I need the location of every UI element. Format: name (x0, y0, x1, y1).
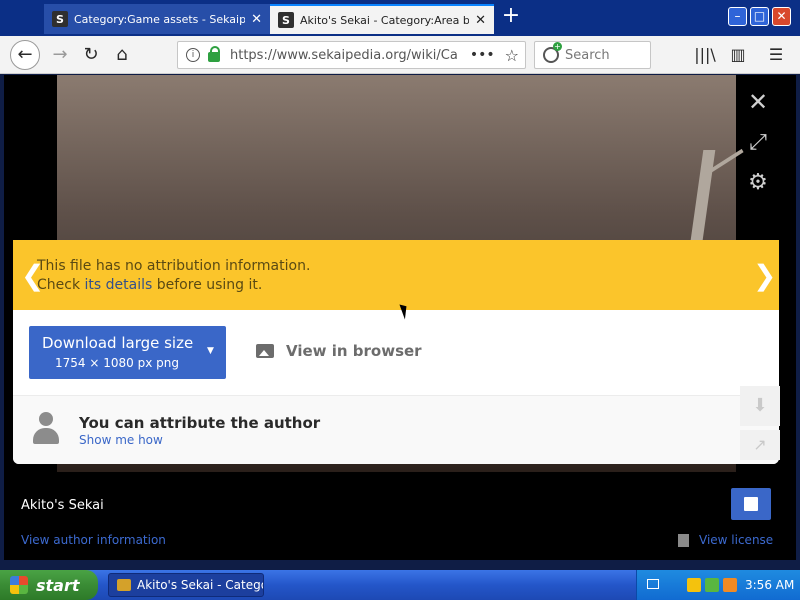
avatar-head (39, 412, 53, 426)
sekaipedia-favicon-icon: S (52, 11, 68, 27)
avatar-body (33, 428, 59, 444)
tab-title: Category:Game assets - Sekaipedia (74, 12, 246, 26)
tab-game-assets[interactable]: S Category:Game assets - Sekaipedia ✕ (44, 4, 270, 34)
hamburger-menu-icon[interactable]: ☰ (763, 42, 789, 68)
browser-tab-bar: S Category:Game assets - Sekaipedia ✕ S … (0, 0, 800, 36)
address-bar[interactable]: i https://www.sekaipedia.org/wiki/Ca •••… (177, 41, 526, 69)
view-author-information-link[interactable]: View author information (21, 533, 166, 547)
reload-icon[interactable]: ↻ (77, 42, 105, 68)
tab-akitos-sekai[interactable]: S Akito's Sekai - Category:Area back... … (270, 4, 494, 34)
keyboard-icon[interactable] (647, 579, 659, 589)
sidebar-icon[interactable]: ▥ (725, 42, 751, 68)
gear-icon[interactable]: ⚙ (740, 170, 776, 195)
browser-navigation-bar: ← → ↻ ⌂ i https://www.sekaipedia.org/wik… (0, 36, 800, 74)
home-icon[interactable]: ⌂ (108, 42, 136, 68)
view-in-browser-label: View in browser (286, 342, 422, 360)
its-details-link[interactable]: its details (85, 277, 153, 293)
warning-line-2: Check its details before using it. (37, 277, 262, 293)
user-avatar-icon (31, 412, 61, 446)
warning-line-1: This file has no attribution information… (37, 258, 311, 274)
tab-close-icon[interactable]: ✕ (251, 12, 262, 27)
page-actions-icon[interactable]: ••• (470, 47, 495, 63)
taskbar-window-item[interactable]: Akito's Sekai - Catego... (108, 573, 264, 597)
forward-arrow-icon[interactable]: → (46, 42, 74, 68)
license-document-icon (678, 533, 689, 547)
site-info-icon[interactable]: i (186, 48, 200, 62)
secure-lock-icon (208, 46, 220, 62)
download-icon[interactable]: ⬇ (740, 386, 780, 426)
warning-text: before using it. (152, 277, 263, 293)
windows-taskbar: start Akito's Sekai - Catego... 3:56 AM (0, 570, 800, 600)
attribute-author-title: You can attribute the author (79, 414, 321, 432)
search-input[interactable]: Search (534, 41, 651, 69)
back-arrow-icon[interactable]: ← (10, 40, 40, 70)
attribution-warning: This file has no attribution information… (13, 240, 779, 310)
window-close-button[interactable]: ✕ (772, 7, 791, 26)
start-button[interactable]: start (0, 570, 98, 600)
tab-close-icon[interactable]: ✕ (475, 13, 486, 28)
clock: 3:56 AM (745, 578, 795, 592)
window-maximize-button[interactable]: □ (750, 7, 769, 26)
show-me-how-link[interactable]: Show me how (79, 433, 163, 447)
download-large-size-button[interactable]: Download large size 1754 × 1080 px png ▼ (29, 326, 226, 379)
view-in-browser-button[interactable]: View in browser (256, 342, 422, 360)
view-license-link[interactable]: View license (678, 533, 773, 547)
download-label: Download large size (42, 334, 194, 352)
fullscreen-expand-icon[interactable]: ⤢ (740, 130, 776, 155)
library-icon[interactable]: |||\ (692, 42, 718, 68)
shield-icon[interactable] (687, 578, 701, 592)
network-icon[interactable] (705, 578, 719, 592)
start-label: start (36, 575, 80, 595)
author-name: Akito's Sekai (21, 498, 104, 513)
chevron-down-icon[interactable]: ▼ (207, 346, 214, 356)
system-tray: 3:56 AM (636, 570, 800, 600)
dead-tree-shape (690, 150, 716, 240)
new-tab-plus-icon[interactable]: + (500, 5, 522, 28)
sekaipedia-favicon-icon: S (278, 12, 294, 28)
search-icon (543, 42, 562, 63)
next-chevron-icon[interactable]: ❯ (753, 262, 776, 290)
download-size: 1754 × 1080 px png (55, 356, 179, 370)
image-icon (256, 344, 274, 358)
windows-flag-icon (10, 576, 28, 594)
window-minimize-button[interactable]: – (728, 7, 747, 26)
file-details-button[interactable] (731, 488, 771, 520)
view-license-label: View license (699, 533, 774, 547)
bookmark-star-icon[interactable]: ☆ (505, 46, 519, 65)
tab-title: Akito's Sekai - Category:Area back... (300, 13, 470, 27)
url-text[interactable]: https://www.sekaipedia.org/wiki/Ca (230, 48, 470, 63)
reuse-panel: This file has no attribution information… (13, 240, 779, 464)
search-tray-icon[interactable] (723, 578, 737, 592)
close-icon[interactable]: ✕ (740, 88, 776, 116)
taskbar-window-title: Akito's Sekai - Catego... (137, 578, 263, 592)
search-placeholder: Search (565, 47, 610, 63)
share-icon[interactable]: ↗ (740, 430, 780, 460)
firefox-icon (117, 579, 131, 591)
previous-chevron-icon[interactable]: ❮ (21, 262, 44, 290)
